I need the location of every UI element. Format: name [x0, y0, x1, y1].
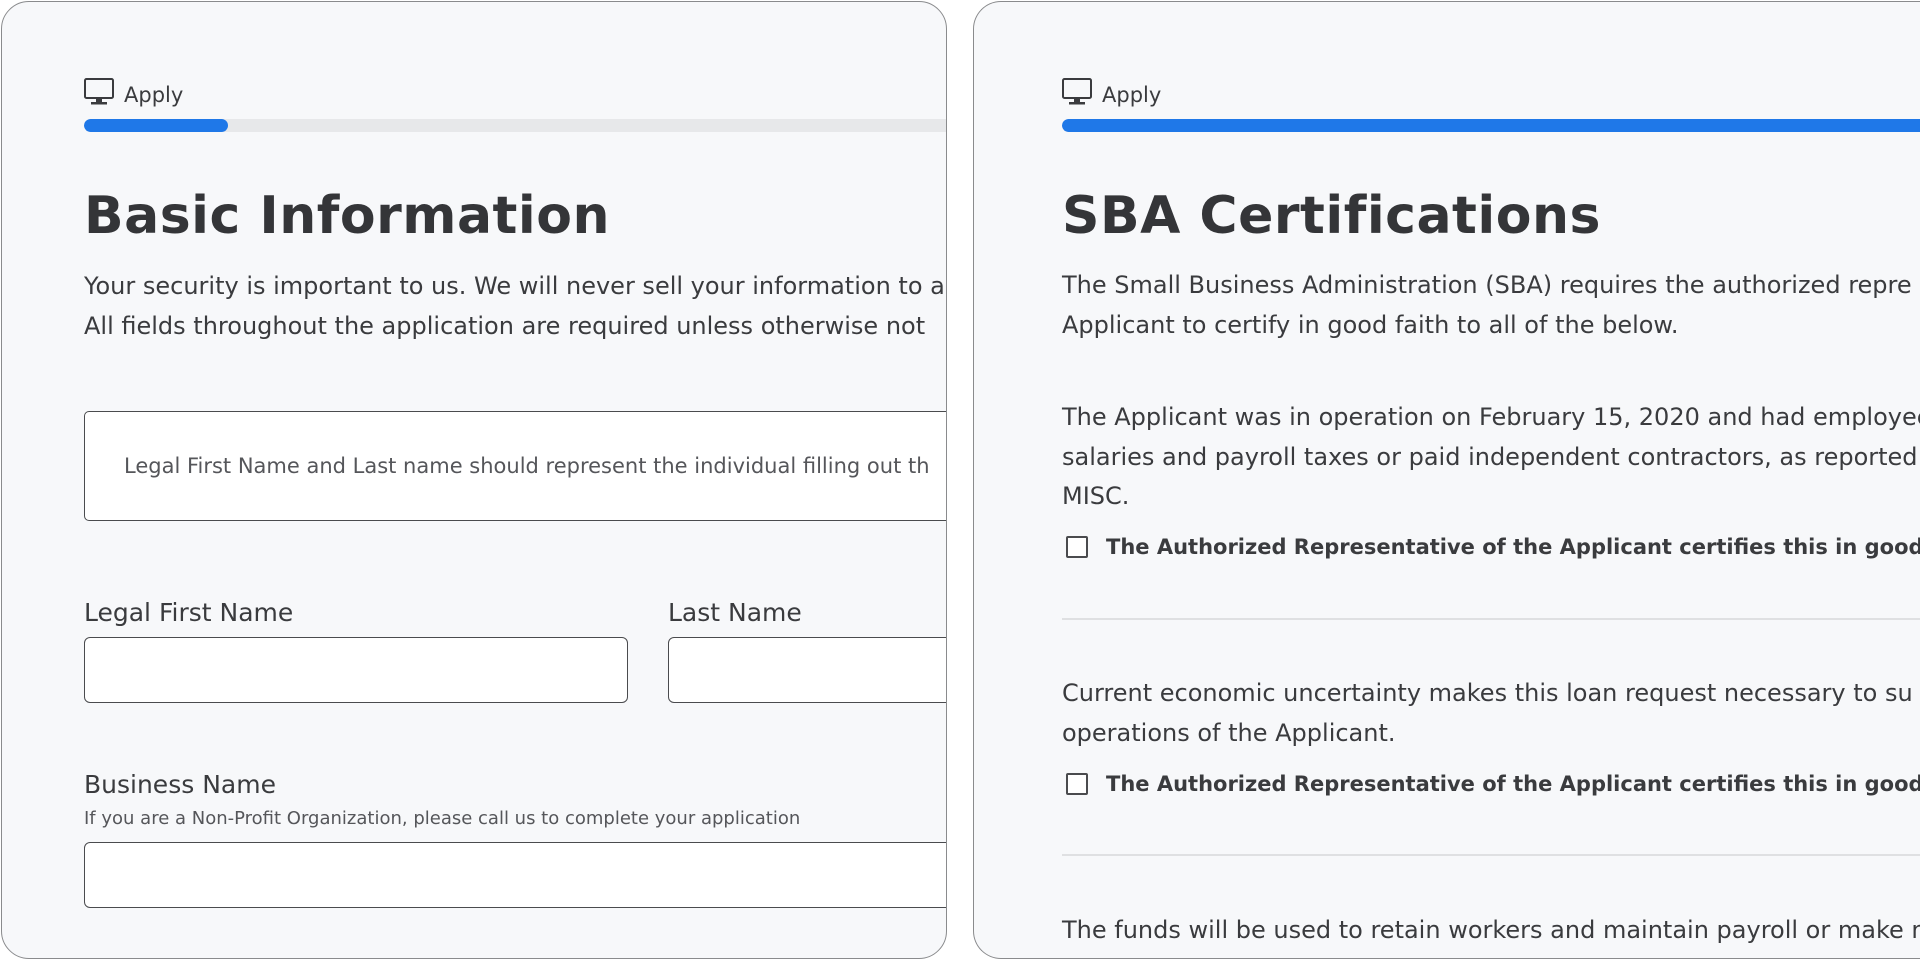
sba-certifications-panel: Apply SBA Certifications The Small Busin…: [973, 1, 1920, 959]
first-name-label: Legal First Name: [84, 598, 294, 627]
certification-2-line-1: Current economic uncertainty makes this …: [1062, 679, 1913, 707]
intro-line-2: All fields throughout the application ar…: [84, 312, 926, 340]
certification-1-checkbox-label[interactable]: The Authorized Representative of the App…: [1106, 535, 1920, 559]
monitor-icon: [84, 78, 114, 111]
certification-2-line-2: operations of the Applicant.: [1062, 719, 1396, 747]
certification-1-line-1: The Applicant was in operation on Februa…: [1062, 403, 1920, 431]
info-note-text: Legal First Name and Last name should re…: [124, 454, 930, 478]
certification-1-checkbox[interactable]: [1066, 536, 1088, 558]
page-title: Basic Information: [84, 186, 610, 246]
section-divider: [1062, 618, 1920, 620]
business-name-label: Business Name: [84, 770, 276, 799]
info-note-box: Legal First Name and Last name should re…: [84, 411, 946, 521]
certification-3-line-1: The funds will be used to retain workers…: [1062, 916, 1920, 944]
page-title: SBA Certifications: [1062, 186, 1601, 246]
business-name-input[interactable]: [84, 842, 946, 908]
certification-2-checkbox-label[interactable]: The Authorized Representative of the App…: [1106, 772, 1920, 796]
progress-bar-fill: [1062, 119, 1920, 132]
certification-2-checkbox-row[interactable]: The Authorized Representative of the App…: [1066, 772, 1920, 796]
certification-1-line-3: MISC.: [1062, 482, 1130, 510]
progress-bar-fill: [84, 119, 228, 132]
intro-line-1: Your security is important to us. We wil…: [84, 272, 945, 300]
intro-line-2: Applicant to certify in good faith to al…: [1062, 311, 1679, 339]
apply-label: Apply: [1102, 82, 1162, 107]
business-name-hint: If you are a Non-Profit Organization, pl…: [84, 808, 801, 829]
monitor-icon: [1062, 78, 1092, 111]
intro-line-1: The Small Business Administration (SBA) …: [1062, 271, 1912, 299]
certification-1-line-2: salaries and payroll taxes or paid indep…: [1062, 443, 1918, 471]
certification-1-checkbox-row[interactable]: The Authorized Representative of the App…: [1066, 535, 1920, 559]
last-name-input[interactable]: [668, 637, 946, 703]
apply-header: Apply: [84, 78, 183, 111]
last-name-label: Last Name: [668, 598, 802, 627]
certification-2-checkbox[interactable]: [1066, 773, 1088, 795]
progress-bar: [1062, 119, 1920, 132]
apply-label: Apply: [124, 82, 184, 107]
section-divider: [1062, 854, 1920, 856]
apply-header: Apply: [1062, 78, 1161, 111]
first-name-input[interactable]: [84, 637, 628, 703]
progress-bar: [84, 119, 946, 132]
basic-information-panel: Apply Basic Information Your security is…: [1, 1, 947, 959]
